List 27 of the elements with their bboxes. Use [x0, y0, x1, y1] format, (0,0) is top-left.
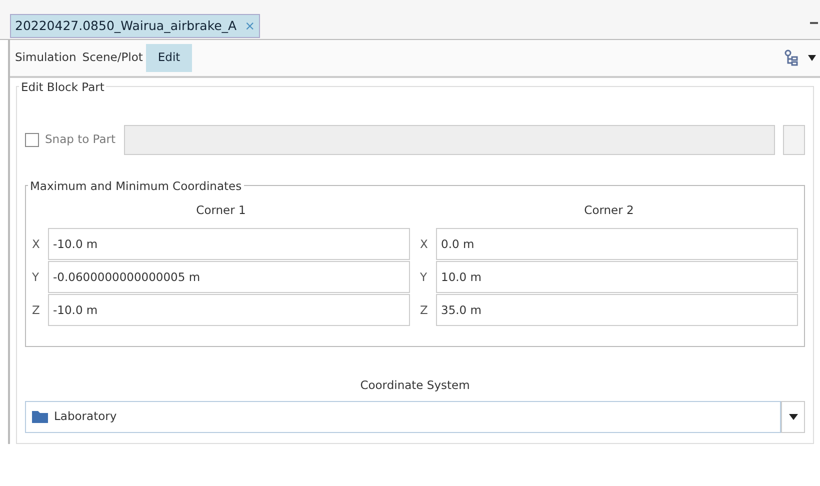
axis-label: Z	[420, 302, 429, 319]
axis-label: X	[420, 236, 429, 253]
axis-label: X	[32, 236, 41, 253]
coordinate-field[interactable]: -0.0600000000000005 m	[48, 261, 410, 294]
dropdown-icon[interactable]	[808, 55, 816, 61]
menu-tab[interactable]: Scene/Plot	[79, 44, 146, 72]
coordinate-field[interactable]: 0.0 m	[436, 228, 798, 260]
document-tab[interactable]: 20220427.0850_Wairua_airbrake_A ×	[10, 14, 260, 38]
coordinate-system-select[interactable]: Laboratory	[25, 400, 781, 432]
corner-title: Corner 2	[584, 202, 634, 219]
tab-title: 20220427.0850_Wairua_airbrake_A	[15, 16, 237, 35]
coordinate-field[interactable]: -10.0 m	[48, 294, 410, 326]
coordinate-field[interactable]: -10.0 m	[48, 228, 410, 260]
axis-label: Y	[420, 268, 428, 286]
folder-icon	[32, 410, 48, 423]
part-field[interactable]	[124, 125, 775, 155]
network-icon[interactable]	[784, 49, 800, 67]
caret-icon	[788, 414, 798, 420]
coordinate-field[interactable]: 35.0 m	[436, 294, 798, 326]
menu-tab[interactable]: Edit	[146, 44, 192, 72]
coordinate-field[interactable]: 10.0 m	[436, 261, 798, 294]
dropdown-button[interactable]	[781, 400, 805, 432]
menu-tab[interactable]: Simulation	[12, 44, 80, 72]
corner-title: Corner 1	[196, 202, 246, 219]
axis-label: Z	[32, 302, 41, 319]
field-label: Coordinate System	[360, 377, 470, 394]
axis-label: Y	[32, 268, 40, 286]
